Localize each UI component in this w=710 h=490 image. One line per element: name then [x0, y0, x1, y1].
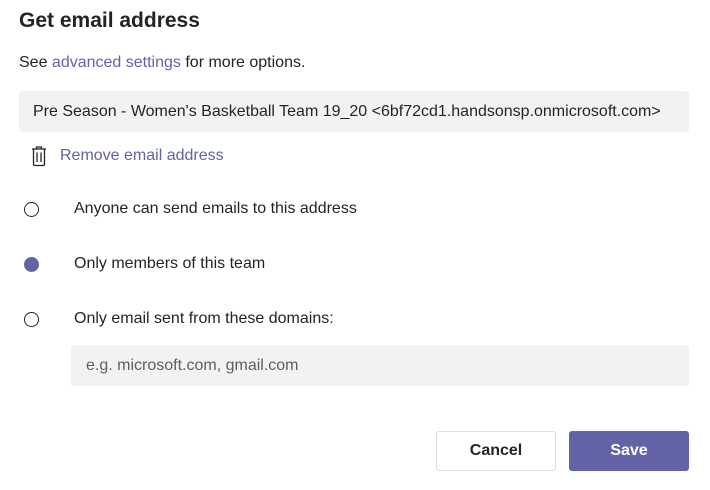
cancel-button[interactable]: Cancel [436, 431, 556, 471]
option-anyone[interactable]: Anyone can send emails to this address [24, 197, 357, 221]
save-button[interactable]: Save [569, 431, 689, 471]
advanced-settings-link[interactable]: advanced settings [52, 54, 181, 71]
subtitle-suffix: for more options. [180, 54, 306, 71]
option-members[interactable]: Only members of this team [24, 252, 265, 276]
option-members-label: Only members of this team [74, 255, 266, 272]
domains-input[interactable] [71, 345, 689, 386]
trash-icon [30, 145, 48, 167]
radio-members[interactable] [24, 256, 39, 272]
subtitle-prefix: See [19, 54, 52, 71]
radio-anyone[interactable] [24, 201, 39, 217]
option-anyone-label: Anyone can send emails to this address [74, 200, 357, 217]
dialog-subtitle: See advanced settings for more options. [19, 54, 305, 72]
option-domains-label: Only email sent from these domains: [74, 310, 334, 327]
get-email-dialog: Get email address See advanced settings … [0, 0, 710, 490]
radio-domains[interactable] [24, 311, 39, 327]
email-address-field[interactable]: Pre Season - Women's Basketball Team 19_… [19, 91, 689, 132]
remove-email-button[interactable]: Remove email address [30, 142, 224, 170]
remove-email-label: Remove email address [60, 147, 224, 164]
option-domains[interactable]: Only email sent from these domains: [24, 307, 334, 331]
dialog-title: Get email address [19, 9, 200, 32]
